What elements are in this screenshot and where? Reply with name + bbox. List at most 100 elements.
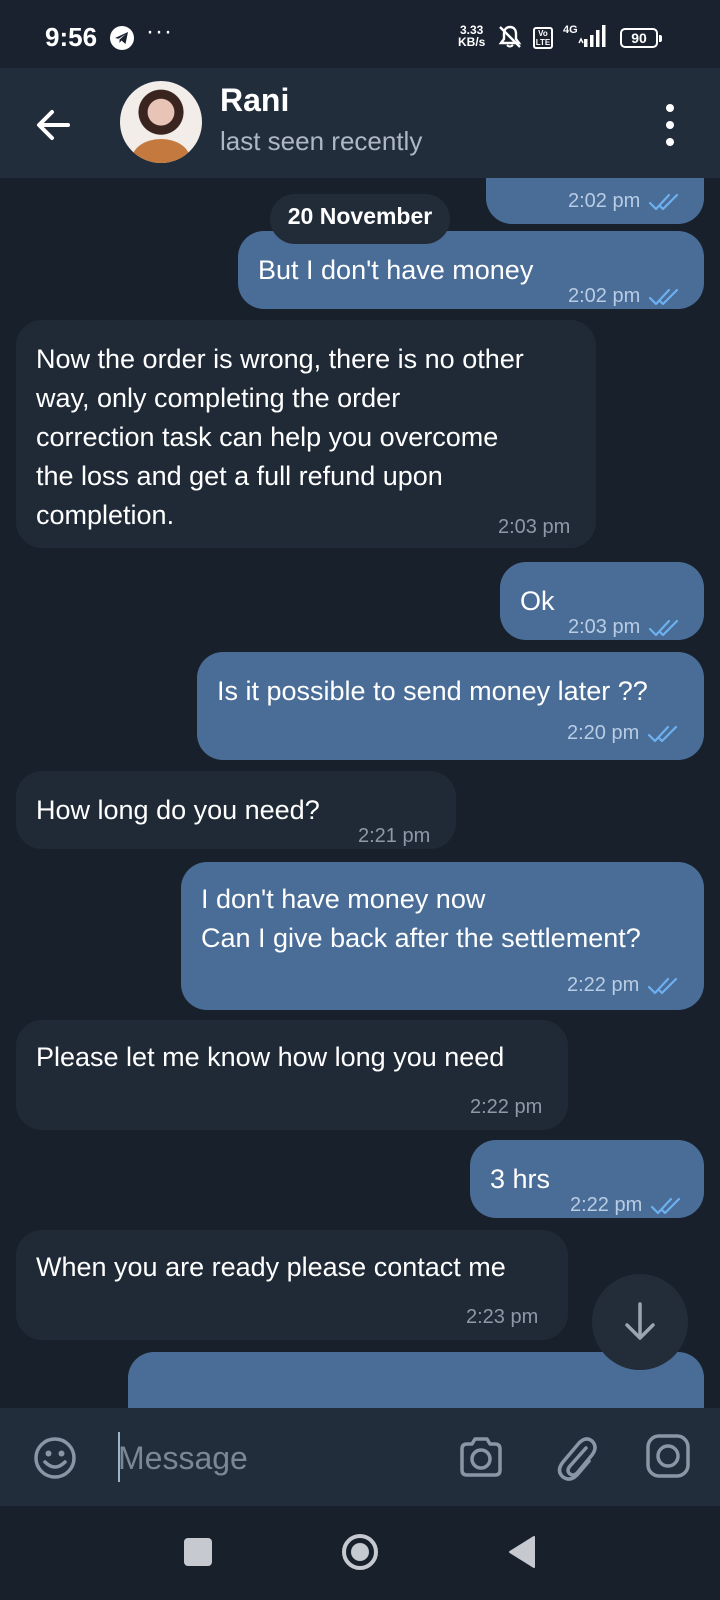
emoji-button[interactable]	[32, 1435, 78, 1481]
message-text: Ok	[520, 582, 555, 621]
scroll-to-bottom-button[interactable]	[592, 1274, 688, 1370]
double-check-icon	[639, 974, 681, 996]
message-line: completion.	[36, 500, 175, 530]
message-line: Now the order is wrong, there is no othe…	[36, 344, 524, 374]
outgoing-message[interactable]: Yes 2:02 pm	[486, 178, 704, 224]
message-line: When you are ready please contact me	[36, 1252, 506, 1282]
outgoing-message[interactable]: Ok 2:03 pm	[500, 562, 704, 640]
incoming-message[interactable]: Now the order is wrong, there is no othe…	[16, 320, 596, 548]
message-time: 2:02 pm	[568, 190, 641, 212]
message-line: How long do you need?	[36, 795, 320, 825]
system-back-button[interactable]	[506, 1534, 538, 1570]
contact-status: last seen recently	[220, 126, 423, 156]
message-text: 3 hrs	[490, 1160, 550, 1199]
message-text: Yes	[506, 178, 550, 181]
message-line: 3 hrs	[490, 1164, 551, 1194]
message-time: 2:02 pm	[568, 285, 641, 307]
more-options-button[interactable]	[652, 100, 688, 150]
smiley-icon	[34, 1437, 76, 1479]
signal-icon	[578, 24, 608, 53]
message-input[interactable]	[118, 1432, 418, 1484]
message-line: Can I give back after the settlement?	[201, 923, 641, 953]
outgoing-message[interactable]: 3 hrs 2:22 pm	[470, 1140, 704, 1218]
home-button[interactable]	[340, 1532, 380, 1572]
message-meta: 2:22 pm	[470, 1096, 542, 1118]
message-text: Please let me know how long you need	[36, 1038, 504, 1077]
double-check-icon	[640, 285, 682, 307]
double-check-icon	[640, 616, 682, 638]
message-text: But I don't have money	[258, 251, 533, 290]
message-time: 2:23 pm	[466, 1306, 539, 1328]
message-text: Is it possible to send money later ??	[217, 672, 648, 711]
message-line: Is it possible to send money later ??	[217, 676, 648, 706]
network-type: 4G	[563, 24, 578, 36]
incoming-message[interactable]: Please let me know how long you need 2:22…	[16, 1020, 568, 1130]
camera-button[interactable]	[456, 1432, 506, 1482]
paperclip-icon	[557, 1437, 597, 1481]
camera-icon	[460, 1437, 502, 1477]
message-text: I don't have money now Can I give back af…	[201, 880, 641, 958]
double-check-icon	[642, 1194, 684, 1216]
message-meta: 2:22 pm	[567, 974, 681, 996]
home-icon	[342, 1534, 378, 1570]
message-meta: 2:23 pm	[466, 1306, 538, 1328]
network-speed: 3.33 KB/s	[458, 24, 485, 48]
arrow-down-icon	[625, 1302, 655, 1340]
message-line: correction task can help you overcome	[36, 422, 499, 452]
message-line: I don't have money now	[201, 884, 486, 914]
chat-header: Rani last seen recently	[0, 68, 720, 178]
status-time: 9:56	[45, 22, 98, 52]
message-time: 2:20 pm	[567, 722, 640, 744]
message-time: 2:21 pm	[358, 825, 431, 847]
recents-button[interactable]	[184, 1538, 212, 1566]
more-notifications-icon: ···	[146, 18, 173, 45]
instagram-button[interactable]	[644, 1432, 692, 1480]
message-line: Ok	[520, 586, 555, 616]
back-triangle-icon	[509, 1536, 535, 1568]
back-button[interactable]	[28, 100, 78, 150]
message-list[interactable]: Yes 2:02 pm But I don't have money 2:02 pm N…	[0, 178, 720, 1408]
muted-icon	[497, 24, 523, 55]
message-text: How long do you need?	[36, 791, 320, 830]
message-text: Now the order is wrong, there is no othe…	[36, 340, 524, 535]
message-time: 2:22 pm	[570, 1194, 643, 1216]
message-line: But I don't have money	[258, 255, 534, 285]
outgoing-message[interactable]: I don't have money now Can I give back af…	[181, 862, 704, 1010]
date-divider: 20 November	[270, 194, 450, 244]
message-time: 2:22 pm	[567, 974, 640, 996]
message-meta: 2:22 pm	[570, 1194, 684, 1216]
telegram-notification-icon	[110, 26, 134, 50]
message-meta: 2:03 pm	[568, 616, 682, 638]
contact-name[interactable]: Rani	[220, 82, 289, 119]
status-bar: 9:56 ··· 3.33 KB/s Vo LTE 4G 90	[0, 0, 720, 68]
message-time: 2:03 pm	[568, 616, 641, 638]
message-line: way, only completing the order	[36, 383, 401, 413]
arrow-left-icon	[37, 110, 70, 140]
message-line: Yes	[506, 178, 550, 181]
outgoing-message[interactable]: Is it possible to send money later ?? 2:2…	[197, 652, 704, 760]
system-navigation-bar	[0, 1506, 720, 1600]
attach-button[interactable]	[552, 1430, 600, 1484]
incoming-message[interactable]: When you are ready please contact me 2:23…	[16, 1230, 568, 1340]
double-check-icon	[640, 190, 682, 212]
message-meta: 2:02 pm	[568, 285, 682, 307]
message-time: 2:22 pm	[470, 1096, 543, 1118]
volte-icon: Vo LTE	[533, 27, 553, 49]
more-vertical-icon	[666, 104, 674, 112]
double-check-icon	[639, 722, 681, 744]
message-meta: 2:03 pm	[498, 516, 570, 538]
network-speed-unit: KB/s	[458, 35, 486, 49]
message-composer	[0, 1408, 720, 1506]
message-line: Please let me know how long you need	[36, 1042, 505, 1072]
battery-indicator: 90	[620, 28, 662, 48]
text-cursor	[118, 1432, 120, 1482]
message-meta: 2:02 pm	[568, 190, 682, 212]
message-meta: 2:21 pm	[358, 825, 430, 847]
message-text: When you are ready please contact me	[36, 1248, 506, 1287]
avatar[interactable]	[120, 81, 202, 163]
message-meta: 2:20 pm	[567, 722, 681, 744]
message-time: 2:03 pm	[498, 516, 571, 538]
incoming-message[interactable]: How long do you need? 2:21 pm	[16, 771, 456, 849]
instagram-icon	[646, 1434, 690, 1478]
message-line: the loss and get a full refund upon	[36, 461, 443, 491]
